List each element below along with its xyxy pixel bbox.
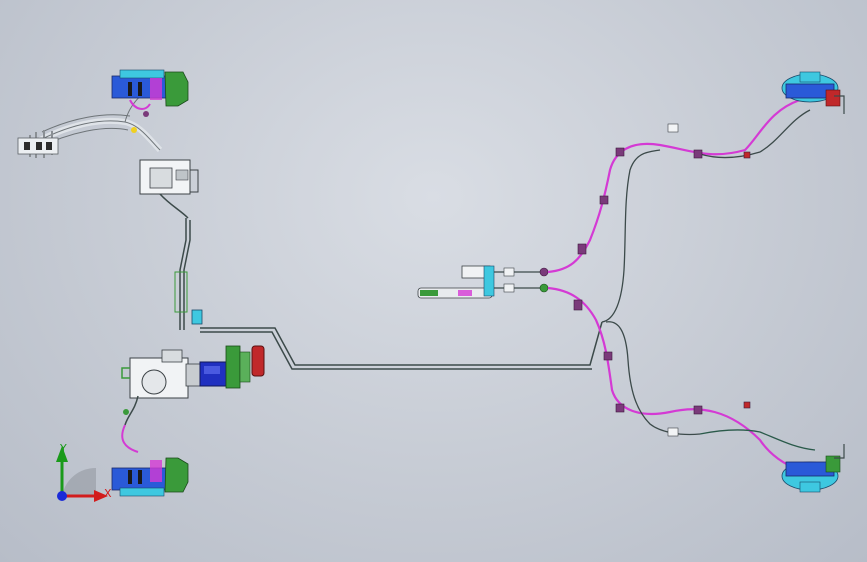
parking-brake-lever[interactable] (417, 265, 549, 299)
abs-module[interactable] (121, 349, 189, 399)
y-axis-label: Y (60, 442, 67, 455)
z-axis-dot (57, 491, 67, 501)
front-left-brake-assembly[interactable] (111, 69, 189, 117)
front-right-brake-assembly[interactable] (781, 71, 845, 114)
left-brake-line[interactable] (174, 218, 191, 330)
cad-viewport[interactable]: Y X (0, 0, 867, 562)
brake-booster[interactable] (225, 345, 251, 389)
rear-distribution-junction[interactable] (601, 109, 816, 451)
fluid-reservoir[interactable] (251, 345, 265, 377)
front-left-lower-line[interactable] (121, 395, 139, 453)
wiring-harness[interactable] (17, 91, 163, 158)
x-axis-label: X (104, 487, 112, 500)
small-connectors (667, 123, 679, 437)
line-bracket (191, 309, 203, 325)
parking-brake-cables[interactable] (547, 98, 801, 472)
front-junction-module[interactable] (139, 159, 199, 219)
line-clips (573, 147, 751, 415)
rear-left-brake-assembly[interactable] (111, 457, 189, 497)
master-cylinder[interactable] (185, 361, 227, 387)
brake-system-model[interactable] (0, 0, 867, 562)
rear-right-brake-assembly[interactable] (781, 444, 845, 493)
